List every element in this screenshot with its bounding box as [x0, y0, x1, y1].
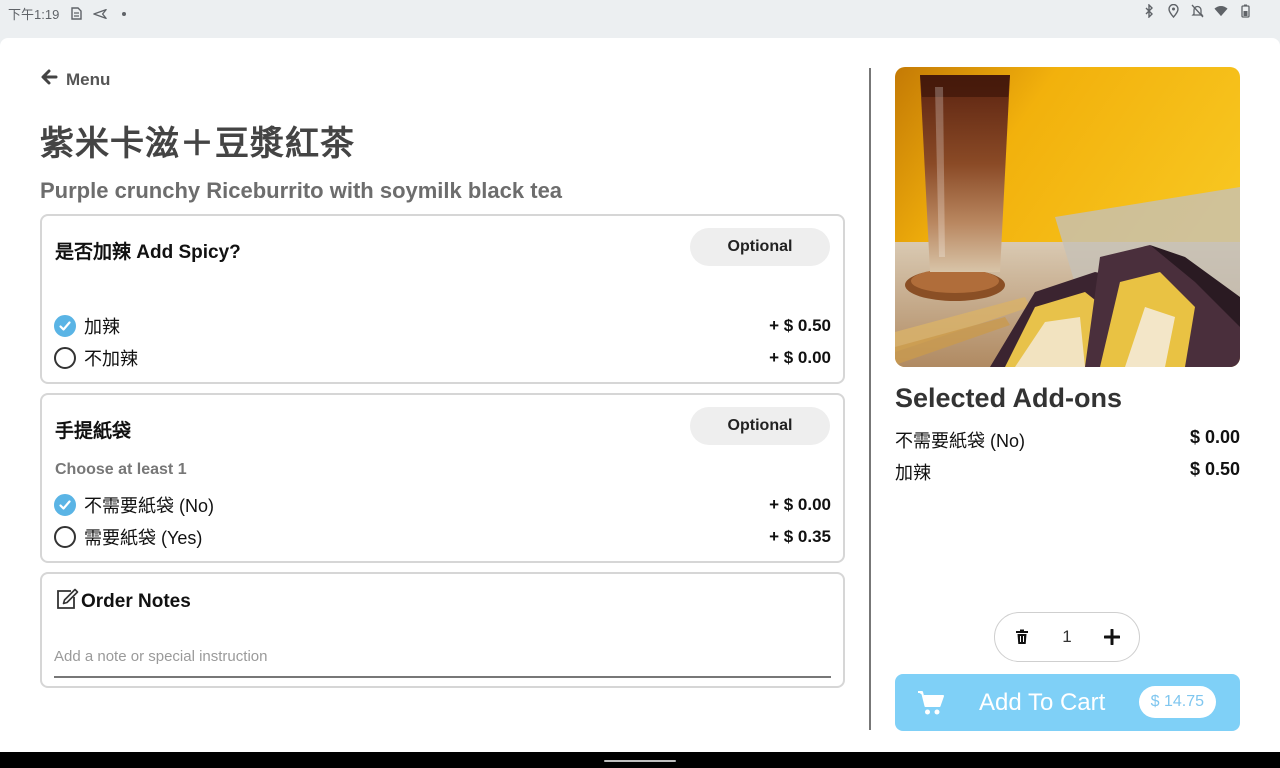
dot-icon: [117, 7, 131, 21]
system-navigation-bar: [0, 752, 1280, 768]
arrow-left-icon: [40, 68, 58, 91]
status-bar-left: 下午1:19: [8, 4, 131, 23]
option-item[interactable]: 需要紙袋 (Yes) + $ 0.35: [54, 523, 831, 551]
order-notes-input[interactable]: [54, 636, 831, 678]
option-price: + $ 0.00: [769, 495, 831, 514]
selected-addons-title: Selected Add-ons: [895, 383, 1123, 413]
option-group-paper-bag: 手提紙袋 Optional Choose at least 1 不需要紙袋 (N…: [40, 393, 845, 563]
order-notes-header: Order Notes: [55, 588, 191, 616]
option-label: 不需要紙袋 (No): [84, 496, 214, 516]
wifi-icon: [1214, 4, 1228, 18]
option-price: + $ 0.50: [769, 316, 831, 335]
option-group-hint: Choose at least 1: [55, 461, 187, 478]
status-bar: 下午1:19: [0, 0, 1280, 26]
item-title-zh: 紫米卡滋＋豆漿紅茶: [40, 125, 355, 163]
optional-badge: Optional: [690, 407, 830, 445]
column-divider: [869, 68, 871, 730]
option-group-spicy: 是否加辣 Add Spicy? Optional 加辣 + $ 0.50 不加辣…: [40, 214, 845, 384]
option-price: + $ 0.35: [769, 527, 831, 546]
selected-addon-price: $ 0.00: [1189, 427, 1240, 447]
status-time: 下午1:19: [8, 7, 60, 22]
option-label: 需要紙袋 (Yes): [84, 528, 203, 548]
option-item[interactable]: 不需要紙袋 (No) + $ 0.00: [54, 491, 831, 519]
optional-badge: Optional: [690, 228, 830, 266]
selected-addon-row: 加辣 $ 0.50: [895, 459, 1240, 485]
plus-icon[interactable]: [1101, 626, 1123, 648]
radio-checked-icon[interactable]: [54, 494, 76, 516]
trash-icon[interactable]: [1011, 626, 1033, 648]
edit-note-icon: [55, 588, 79, 616]
radio-checked-icon[interactable]: [54, 315, 76, 337]
back-to-menu-button[interactable]: Menu: [40, 68, 110, 91]
quantity-stepper: 1: [994, 612, 1140, 662]
option-group-title: 手提紙袋: [55, 421, 132, 442]
send-icon: [93, 7, 108, 21]
item-title-en: Purple crunchy Riceburrito with soymilk …: [40, 178, 563, 203]
cart-icon: [917, 690, 945, 721]
option-label: 加辣: [84, 317, 120, 337]
sim-icon: [69, 7, 83, 21]
option-label: 不加辣: [84, 349, 138, 369]
selected-addon-label: 加辣: [895, 463, 931, 483]
selected-addon-price: $ 0.50: [1189, 459, 1240, 479]
add-to-cart-label: Add To Cart: [979, 689, 1106, 716]
cart-total-badge: $ 14.75: [1138, 686, 1216, 718]
order-notes-title: Order Notes: [81, 591, 191, 612]
option-item[interactable]: 不加辣 + $ 0.00: [54, 344, 831, 372]
option-group-title: 是否加辣 Add Spicy?: [55, 242, 241, 263]
item-detail-sheet: Menu 紫米卡滋＋豆漿紅茶 Purple crunchy Riceburrit…: [0, 38, 1280, 752]
status-bar-right: [1142, 4, 1252, 18]
back-label: Menu: [66, 69, 111, 89]
option-item[interactable]: 加辣 + $ 0.50: [54, 312, 831, 340]
selected-addon-row: 不需要紙袋 (No) $ 0.00: [895, 427, 1240, 453]
selected-addon-label: 不需要紙袋 (No): [895, 431, 1025, 451]
location-icon: [1166, 4, 1180, 18]
notifications-off-icon: [1190, 4, 1204, 18]
radio-unchecked-icon[interactable]: [54, 526, 76, 548]
gesture-handle[interactable]: [604, 760, 676, 762]
quantity-value: 1: [1062, 627, 1072, 646]
bluetooth-icon: [1142, 4, 1156, 18]
radio-unchecked-icon[interactable]: [54, 347, 76, 369]
product-photo: [895, 67, 1240, 367]
battery-icon: [1238, 4, 1252, 18]
add-to-cart-button[interactable]: Add To Cart $ 14.75: [895, 674, 1240, 731]
option-price: + $ 0.00: [769, 348, 831, 367]
order-notes-card: Order Notes: [40, 572, 845, 688]
